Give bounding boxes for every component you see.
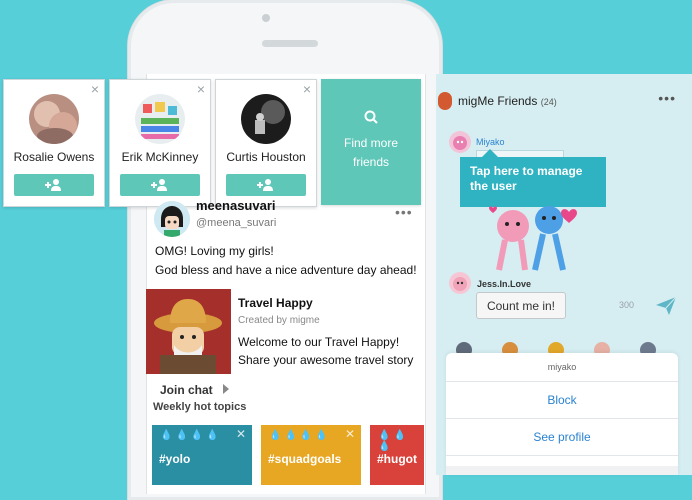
add-friend-button[interactable] [14,174,94,196]
topic-card-yolo[interactable]: 💧💧💧💧 ✕ #yolo [152,425,252,485]
add-user-icon [257,179,273,191]
weekly-topics-label: Weekly hot topics [153,401,247,413]
close-icon[interactable]: × [303,81,311,97]
topic-card-squadgoals[interactable]: 💧💧💧💧 ✕ #squadgoals [261,425,361,485]
group-creator: Created by migme [238,315,320,326]
group-title[interactable]: Travel Happy [238,296,313,310]
friend-card-erik: × Erik McKinney [109,79,211,207]
phone-camera [262,14,270,22]
chat-title[interactable]: migMe Friends (24) [458,94,557,108]
sender-name[interactable]: Jess.In.Love [477,279,531,289]
add-user-icon [45,179,61,191]
friend-name: Curtis Houston [226,150,306,164]
group-icon [438,92,452,110]
friend-name: Erik McKinney [121,150,199,164]
send-icon[interactable] [656,296,677,320]
avatar [29,94,79,144]
phone-earpiece [262,40,318,47]
post-text: OMG! Loving my girls! God bless and have… [155,244,417,277]
friend-card-rosalie: × Rosalie Owens [3,79,105,207]
find-more-label: Find more friends [343,136,399,169]
menu-header: miyako [446,353,678,382]
avatar[interactable] [449,272,471,294]
sticker-image[interactable] [487,200,587,285]
topic-tag: #squadgoals [268,452,342,466]
avatar [241,94,291,144]
topic-card-hugot[interactable]: 💧💧💧 #hugot [370,425,424,485]
topic-tag: #hugot [377,452,417,466]
chevron-right-icon [223,384,230,394]
close-icon[interactable]: × [91,81,99,97]
add-user-icon [151,179,167,191]
add-friend-button[interactable] [226,174,306,196]
topic-tag: #yolo [159,452,191,466]
fire-icon: 💧💧💧💧 [269,430,331,441]
friend-card-curtis: × Curtis Houston [215,79,317,207]
post-handle: @meena_suvari [196,217,277,229]
menu-cancel-area[interactable] [446,466,678,475]
add-friend-button[interactable] [120,174,200,196]
more-icon[interactable]: ••• [395,204,413,220]
sender-name[interactable]: Miyako [476,137,505,147]
count-me-in-button[interactable]: Count me in! [476,292,566,319]
see-profile-button[interactable]: See profile [446,419,678,456]
fire-icon: 💧💧💧💧 [160,430,222,441]
friend-name: Rosalie Owens [13,150,95,164]
avatar[interactable] [449,131,471,153]
avatar [135,94,185,144]
group-image[interactable] [146,289,231,374]
search-icon [364,110,378,124]
close-icon[interactable]: × [197,81,205,97]
user-action-menu: miyako Block See profile [446,353,678,475]
join-chat-link[interactable]: Join chat [160,383,230,397]
block-button[interactable]: Block [446,382,678,419]
close-icon[interactable]: ✕ [236,427,246,441]
char-count: 300 [619,300,635,310]
group-description: Welcome to our Travel Happy! Share your … [238,335,414,367]
close-icon[interactable]: ✕ [345,427,355,441]
more-icon[interactable]: ••• [658,90,676,106]
avatar[interactable] [154,201,190,237]
fire-icon: 💧💧💧 [378,430,409,452]
chat-header: migMe Friends (24) ••• [436,74,692,126]
post-author[interactable]: meenasuvari [196,198,276,213]
find-more-friends-button[interactable]: Find more friends [321,79,421,205]
